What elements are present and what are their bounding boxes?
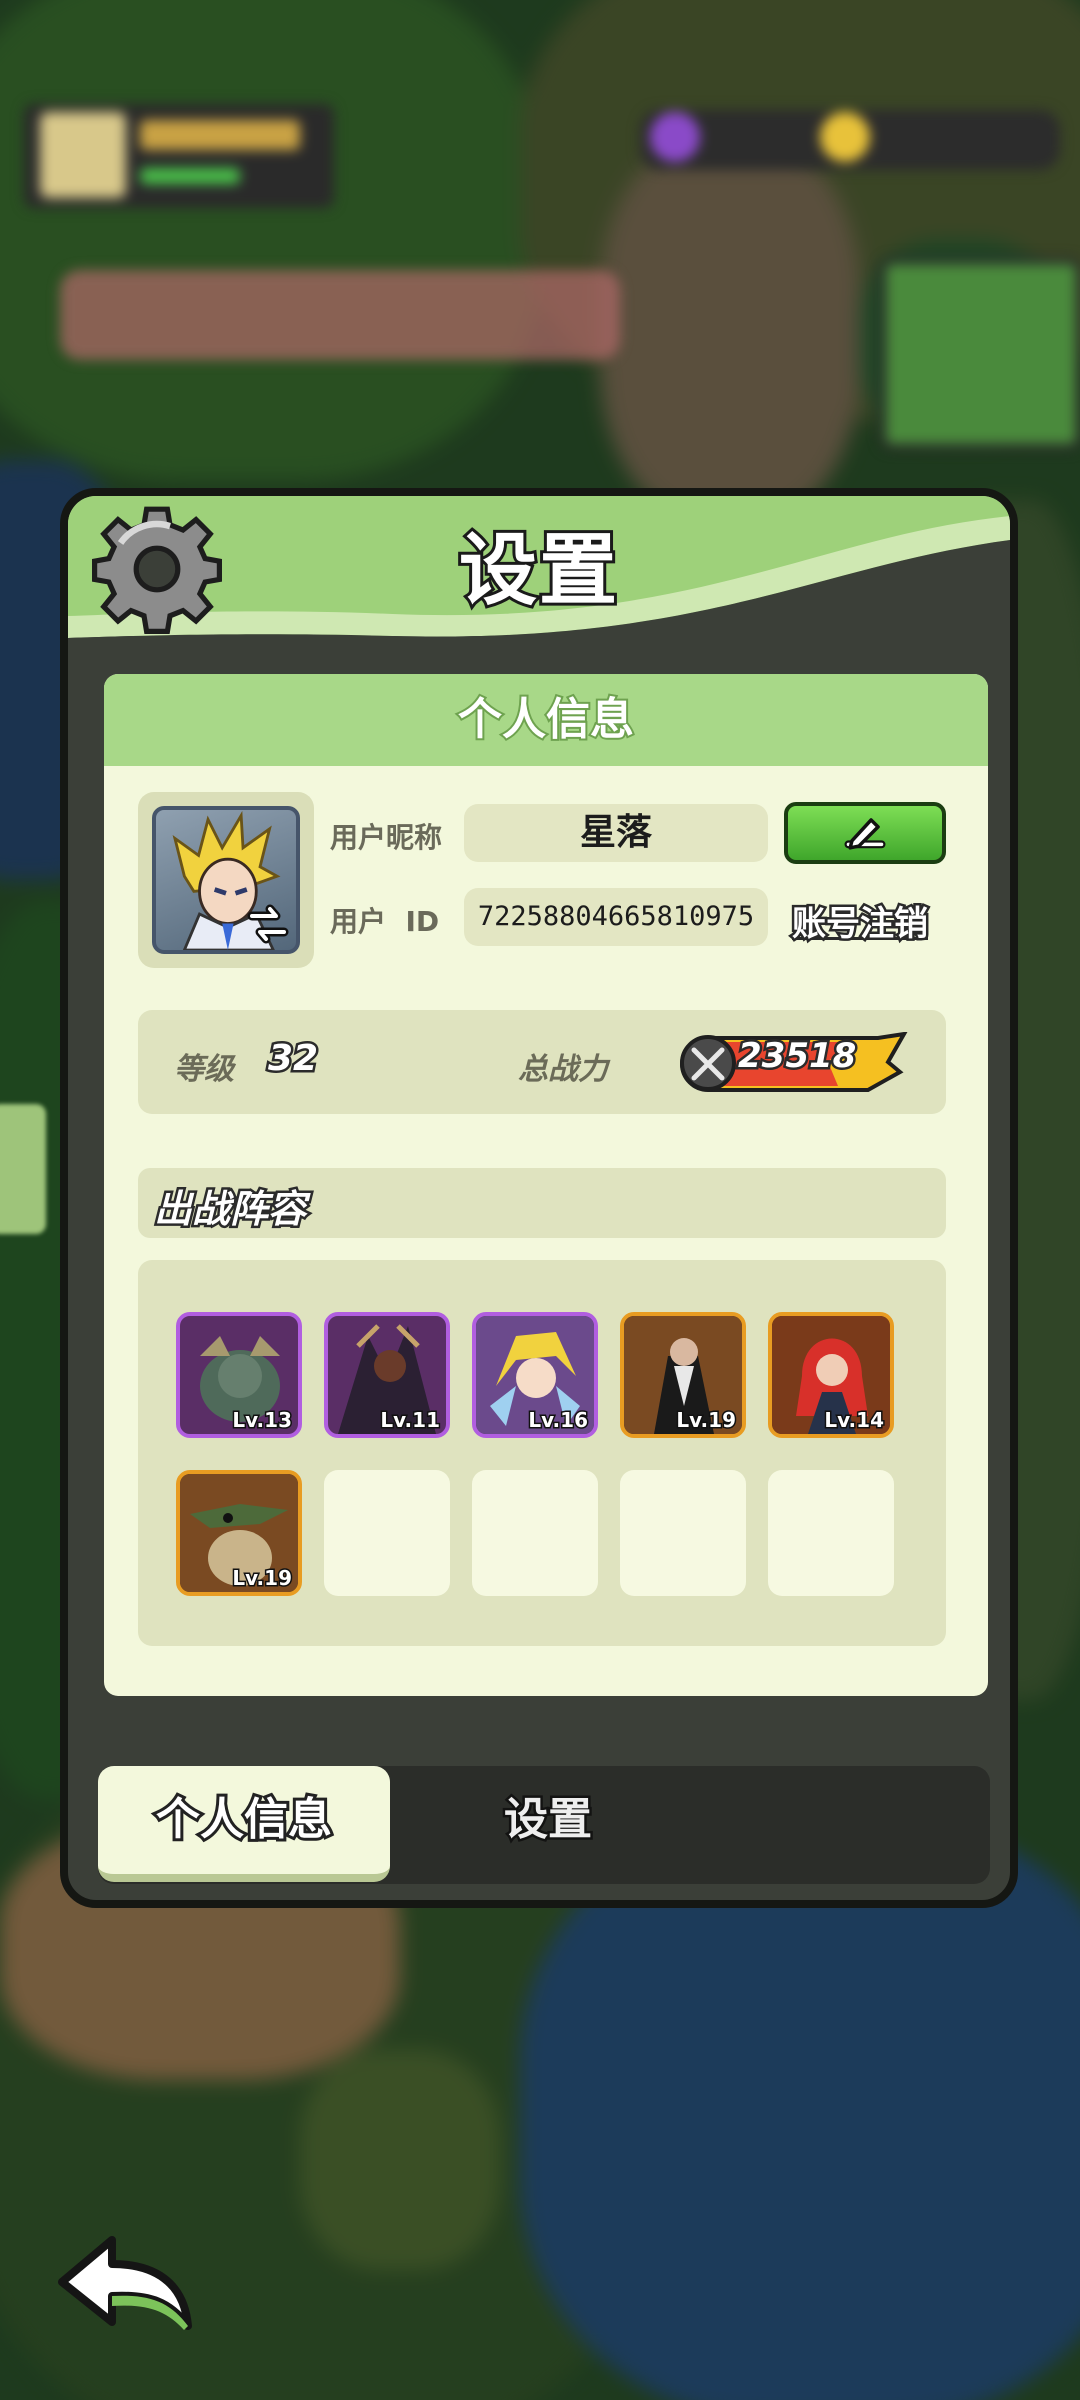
- hero-level: Lv.16: [527, 1407, 590, 1434]
- tab-profile[interactable]: 个人信息: [98, 1766, 390, 1882]
- swap-arrows-icon: [247, 904, 289, 944]
- power-value: 23518: [735, 1034, 858, 1079]
- hero-slot[interactable]: Lv.19: [620, 1312, 746, 1438]
- stats-bar: 等级 32 总战力 23518: [138, 1010, 946, 1114]
- lineup-title: 出战阵容: [151, 1185, 308, 1234]
- avatar[interactable]: [152, 806, 300, 954]
- empty-hero-slot[interactable]: [324, 1470, 450, 1596]
- game-screen: 设置 个人信息 用户昵称 星落 用户 ID 72258804665810975 …: [0, 0, 1080, 2400]
- dialog-header: 设置: [68, 496, 1010, 646]
- hero-slot[interactable]: Lv.13: [176, 1312, 302, 1438]
- hero-level: Lv.19: [231, 1565, 294, 1592]
- nickname-field: 星落: [464, 804, 768, 862]
- avatar-frame[interactable]: [138, 792, 314, 968]
- hero-level: Lv.14: [823, 1407, 886, 1434]
- lineup-title-bar: 出战阵容: [138, 1168, 946, 1238]
- empty-hero-slot[interactable]: [620, 1470, 746, 1596]
- side-map-widget: [0, 1104, 46, 1234]
- nickname-label: 用户昵称: [330, 821, 443, 854]
- user-id-field: 72258804665810975: [464, 888, 768, 946]
- profile-card-header: 个人信息: [104, 674, 988, 766]
- user-id-label: 用户 ID: [330, 905, 440, 938]
- hero-slot[interactable]: Lv.11: [324, 1312, 450, 1438]
- hero-slot[interactable]: Lv.14: [768, 1312, 894, 1438]
- hero-level: Lv.11: [379, 1407, 442, 1434]
- hero-level: Lv.13: [231, 1407, 294, 1434]
- dialog-title: 设置: [456, 523, 620, 619]
- hero-slot[interactable]: Lv.19: [176, 1470, 302, 1596]
- profile-card: 个人信息 用户昵称 星落 用户 ID 72258804665810975 账号注…: [104, 674, 988, 1696]
- edit-nickname-button[interactable]: [784, 802, 946, 864]
- level-value: 32: [265, 1036, 320, 1082]
- power-label: 总战力: [518, 1052, 608, 1087]
- lineup-panel: Lv.13 Lv.11 Lv.16 Lv.19 Lv.14 Lv.19: [138, 1260, 946, 1646]
- level-label: 等级: [174, 1052, 234, 1087]
- tab-settings[interactable]: 设置: [448, 1766, 648, 1874]
- back-arrow-icon[interactable]: [54, 2230, 204, 2340]
- empty-hero-slot[interactable]: [472, 1470, 598, 1596]
- hero-level: Lv.19: [675, 1407, 738, 1434]
- empty-hero-slot[interactable]: [768, 1470, 894, 1596]
- settings-dialog: 设置 个人信息 用户昵称 星落 用户 ID 72258804665810975 …: [60, 488, 1018, 1908]
- pencil-icon: [844, 818, 886, 850]
- hero-slot[interactable]: Lv.16: [472, 1312, 598, 1438]
- account-deregister-link[interactable]: 账号注销: [790, 896, 931, 947]
- tab-bar: 个人信息 设置: [98, 1766, 990, 1884]
